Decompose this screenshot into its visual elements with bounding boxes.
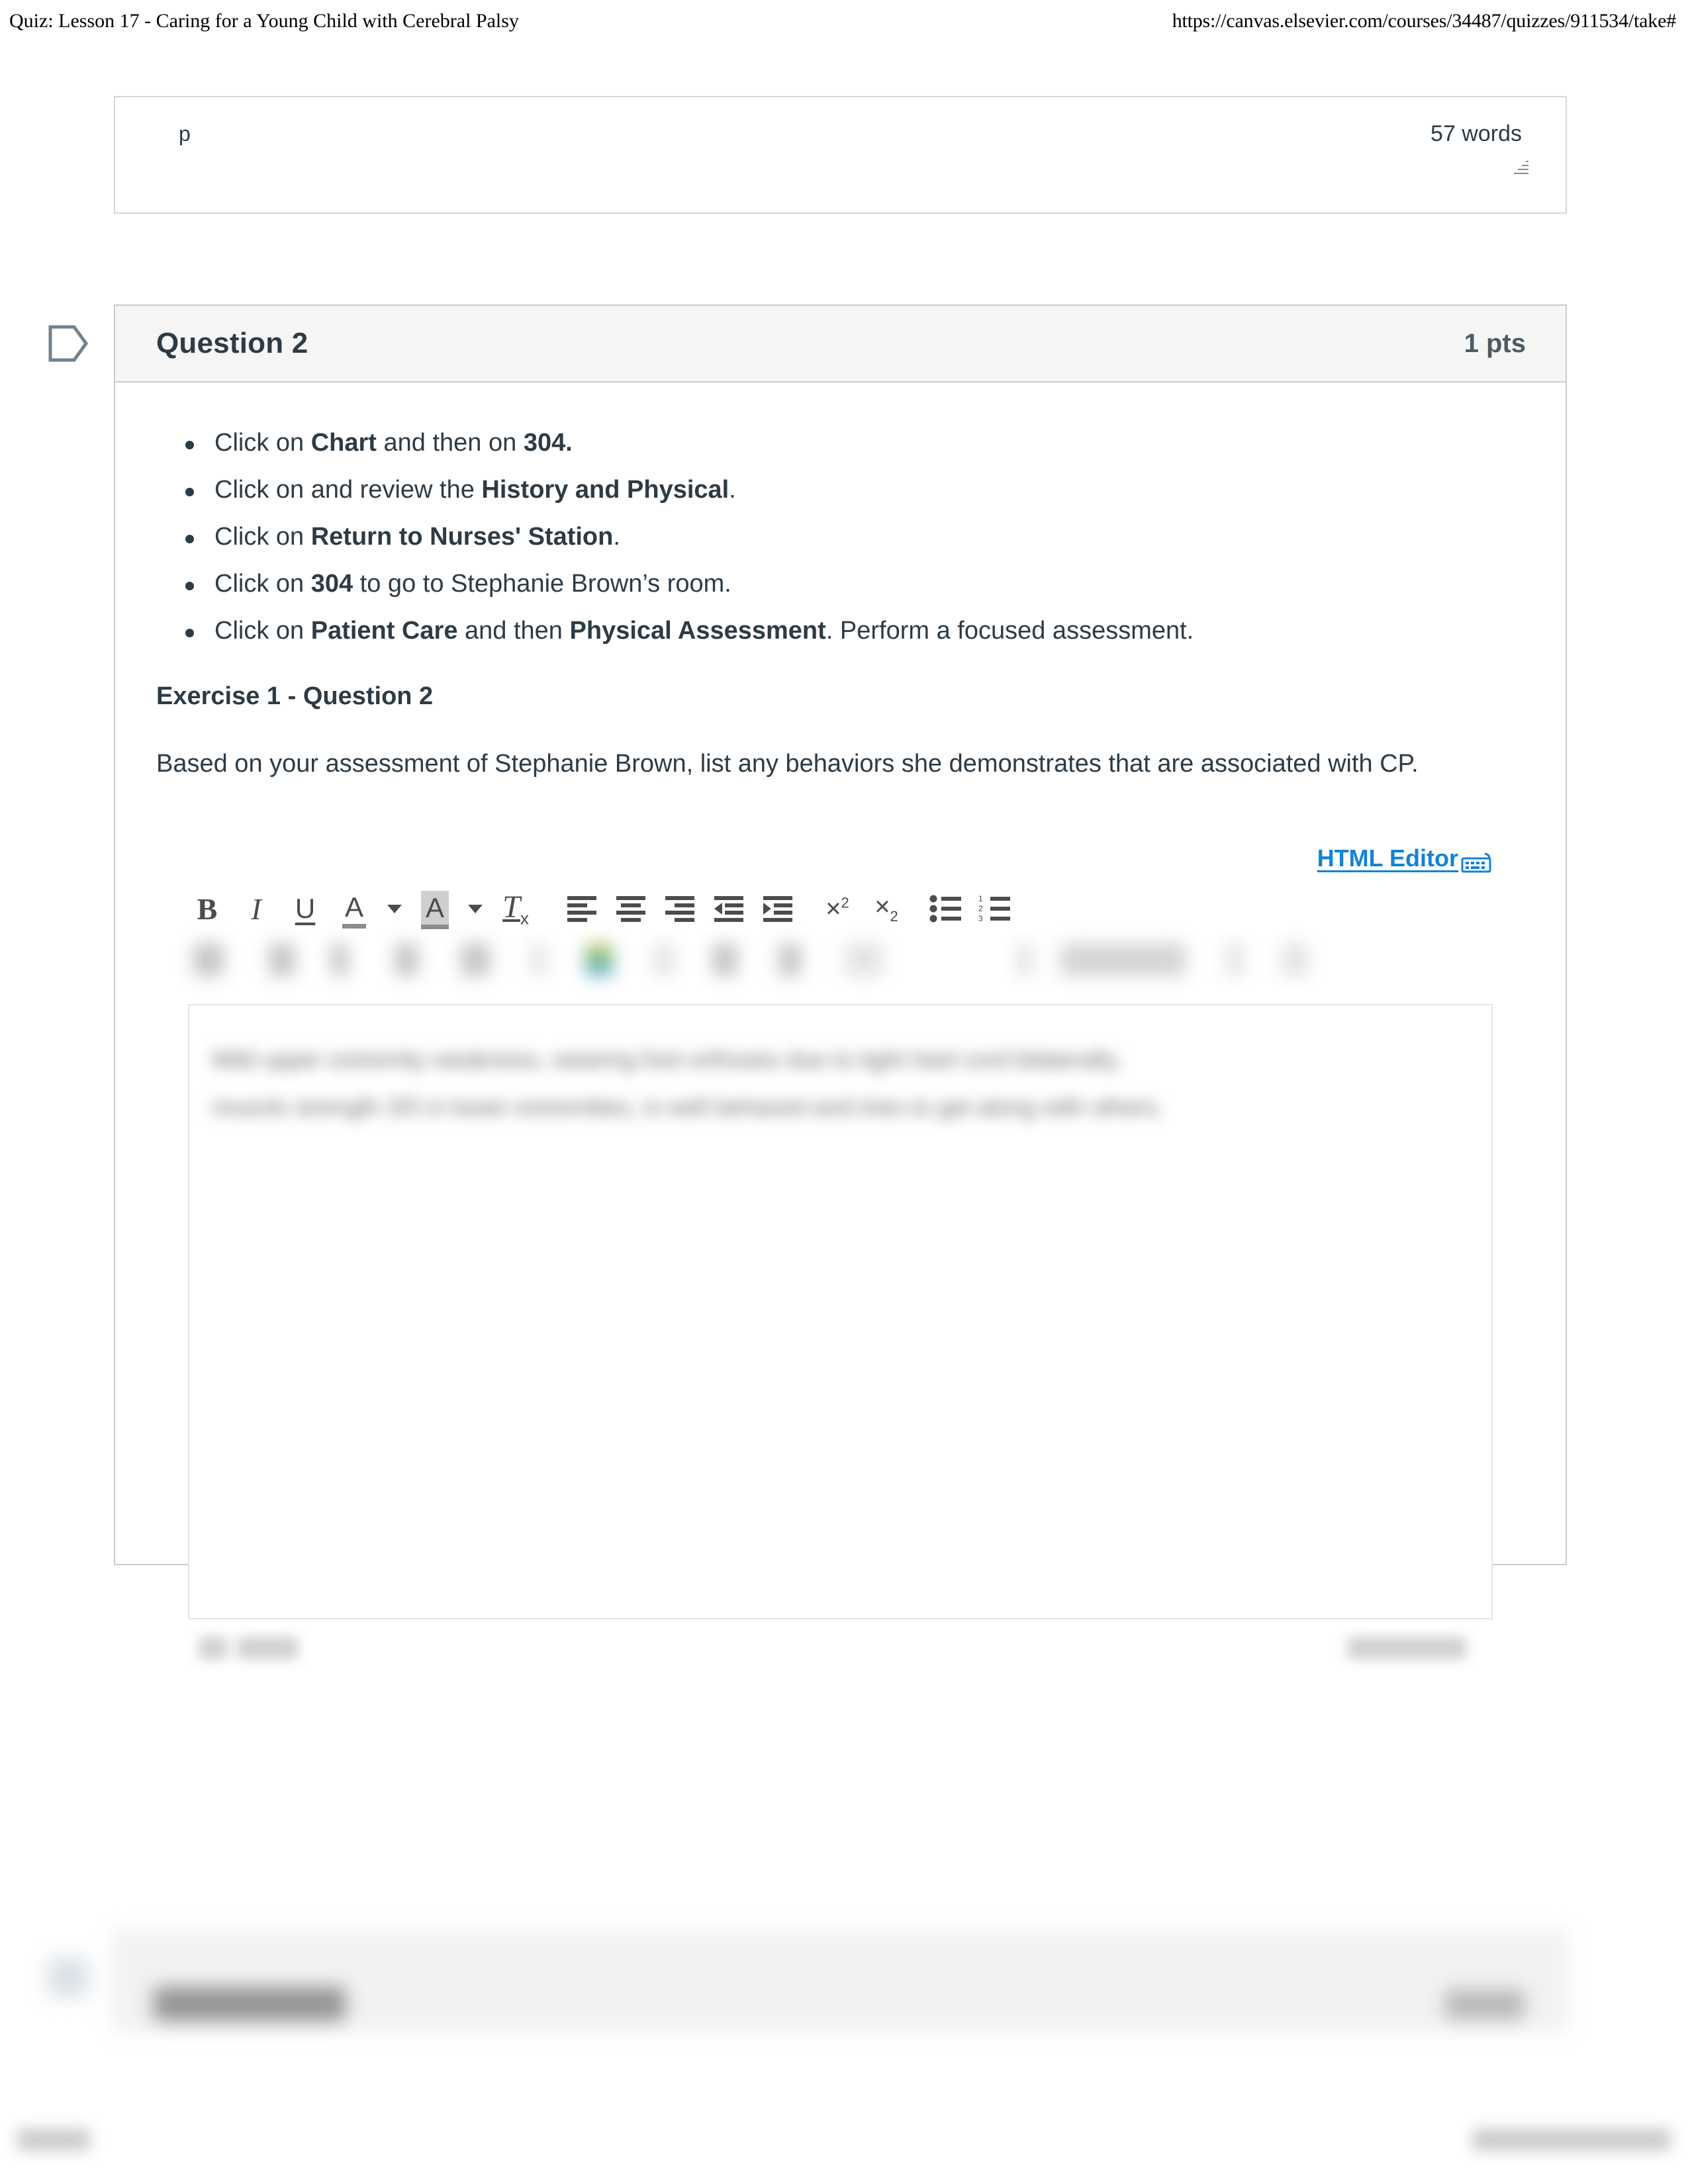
instruction-emphasis: History and Physical (481, 476, 729, 504)
chevron-down-icon (468, 904, 483, 913)
bulleted-list-button[interactable] (921, 884, 970, 933)
next-question-card-obscured[interactable] (48, 1906, 1567, 2105)
italic-button[interactable]: I (232, 884, 281, 933)
instruction-emphasis: 304 (310, 570, 353, 598)
instruction-text: and then (457, 617, 570, 645)
instruction-text: Click on (214, 429, 311, 457)
instruction-item: Click on and review the History and Phys… (185, 467, 1524, 514)
numbered-list-button[interactable]: 1 2 3 (970, 884, 1019, 933)
align-center-button[interactable] (606, 884, 655, 933)
indent-button[interactable] (753, 884, 802, 933)
instruction-item: Click on Chart and then on 304. (185, 420, 1524, 467)
instruction-text: Click on and review the (214, 476, 482, 504)
flag-question-button[interactable] (48, 322, 89, 365)
instruction-list: Click on Chart and then on 304. Click on … (156, 420, 1524, 655)
instruction-text: Click on (214, 617, 311, 645)
highlight-color-button[interactable]: A (410, 884, 459, 933)
exercise-heading: Exercise 1 - Question 2 (156, 682, 434, 710)
numbered-list-icon: 1 2 3 (978, 895, 1010, 923)
instruction-emphasis: Chart (310, 429, 377, 457)
instruction-text: to go to Stephanie Brown’s room. (353, 570, 731, 598)
bold-button[interactable]: B (183, 884, 232, 933)
question-header: Question 2 1 pts (115, 306, 1566, 383)
rich-content-editor: HTML Editor B I U A A Tx ×2 ×2 1 2 3 Mil… (156, 837, 1524, 1680)
svg-text:3: 3 (978, 914, 983, 923)
bulleted-list-icon (929, 895, 961, 923)
editor-status-bar-obscured (188, 1619, 1493, 1680)
question-prompt: Based on your assessment of Stephanie Br… (156, 750, 1419, 778)
footer-page-number (17, 2128, 90, 2151)
instruction-text: . (729, 476, 736, 504)
outdent-icon (714, 896, 743, 922)
editor-toolbar-primary: B I U A A Tx ×2 ×2 1 2 3 (156, 884, 1524, 934)
align-left-icon (567, 896, 596, 922)
indent-icon (763, 896, 792, 922)
instruction-text: . Perform a focused assessment. (825, 617, 1194, 645)
answer-text-line-1: Mild upper extremity weakness, wearing f… (212, 1046, 1122, 1073)
instruction-text: Click on (214, 570, 311, 598)
print-header: Quiz: Lesson 17 - Caring for a Young Chi… (0, 0, 1688, 42)
subscript-button[interactable]: ×2 (862, 884, 911, 933)
align-right-button[interactable] (655, 884, 704, 933)
question-card: Question 2 1 pts Click on Chart and then… (114, 304, 1567, 1659)
question-body: Click on Chart and then on 304. Click on … (115, 383, 1566, 1680)
instruction-text: and then on (376, 429, 524, 457)
question-title: Question 2 (156, 327, 308, 359)
align-left-button[interactable] (557, 884, 606, 933)
instruction-text: . (613, 523, 620, 551)
editor-box: B I U A A Tx ×2 ×2 1 2 3 Mild upper extr… (156, 884, 1524, 1680)
instruction-item: Click on Return to Nurses' Station. (185, 514, 1524, 561)
clear-formatting-button[interactable]: Tx (491, 884, 540, 933)
instruction-emphasis: 304. (523, 429, 573, 457)
answer-text-line-2: muscle strength 3/5 in lower extremities… (212, 1093, 1164, 1120)
instruction-emphasis: Return to Nurses' Station (310, 523, 614, 551)
question-points: 1 pts (1464, 328, 1526, 358)
next-question-points (1445, 1989, 1524, 2020)
editor-top-bar: HTML Editor (156, 837, 1524, 880)
document-title: Quiz: Lesson 17 - Caring for a Young Chi… (9, 10, 519, 32)
superscript-button[interactable]: ×2 (813, 884, 862, 933)
instruction-item: Click on 304 to go to Stephanie Brown’s … (185, 561, 1524, 608)
answer-textarea[interactable]: Mild upper extremity weakness, wearing f… (188, 1004, 1493, 1619)
keyboard-icon (1461, 851, 1491, 873)
instruction-text: Click on (214, 523, 311, 551)
subscript-icon: ×2 (874, 892, 898, 925)
text-color-dropdown[interactable] (379, 884, 410, 933)
page-footer-obscured (0, 2111, 1688, 2171)
resize-handle[interactable] (1511, 158, 1528, 175)
underline-button[interactable]: U (281, 884, 330, 933)
flag-icon[interactable] (48, 1958, 89, 1997)
outdent-button[interactable] (704, 884, 753, 933)
instruction-emphasis: Patient Care (310, 617, 458, 645)
editor-element-path: p (179, 121, 191, 146)
chevron-down-icon (387, 904, 402, 913)
html-editor-link[interactable]: HTML Editor (1317, 844, 1491, 873)
instruction-item: Click on Patient Care and then Physical … (185, 608, 1524, 655)
clear-formatting-icon: Tx (502, 889, 529, 929)
superscript-icon: ×2 (825, 893, 849, 923)
html-editor-label: HTML Editor (1317, 844, 1458, 872)
align-right-icon (665, 896, 694, 922)
svg-text:2: 2 (978, 904, 983, 913)
page-url: https://canvas.elsevier.com/courses/3448… (1172, 10, 1677, 32)
text-color-icon: A (342, 891, 367, 929)
previous-answer-editor-footer: p 57 words (114, 96, 1567, 214)
next-question-header (114, 1931, 1567, 2030)
instruction-emphasis: Physical Assessment (569, 617, 826, 645)
footer-timestamp (1472, 2128, 1671, 2151)
next-question-title (154, 1987, 346, 2021)
flag-icon (48, 325, 89, 362)
editor-word-count: 57 words (1430, 120, 1522, 146)
highlight-color-dropdown[interactable] (459, 884, 491, 933)
editor-toolbar-secondary-obscured[interactable] (156, 931, 1524, 992)
highlight-color-icon: A (420, 891, 449, 929)
svg-text:1: 1 (978, 895, 983, 903)
align-center-icon (616, 896, 645, 922)
text-color-button[interactable]: A (330, 884, 379, 933)
